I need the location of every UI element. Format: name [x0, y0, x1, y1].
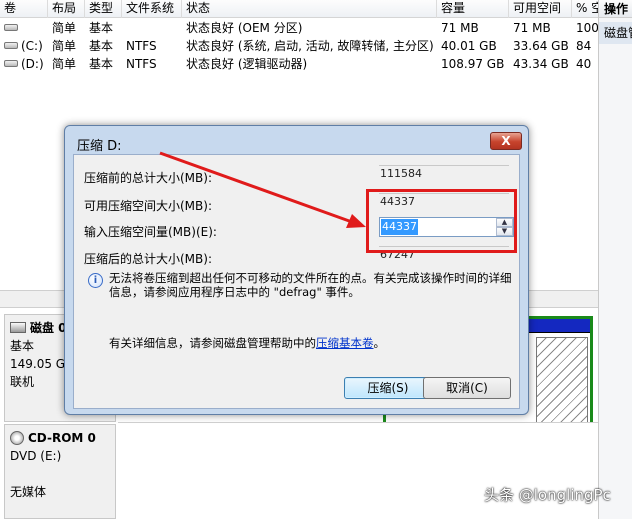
disk-title: 磁盘 0 — [30, 321, 67, 335]
table-row[interactable]: (D:) 简单 基本 NTFS 状态良好 (逻辑驱动器) 108.97 GB 4… — [0, 55, 598, 73]
status-cell: 状态良好 (系统, 启动, 活动, 故障转储, 主分区) — [186, 39, 434, 53]
drive-icon — [4, 24, 18, 31]
help-prefix: 有关详细信息，请参阅磁盘管理帮助中的 — [109, 336, 316, 350]
drive-icon — [4, 60, 18, 67]
help-line: 有关详细信息，请参阅磁盘管理帮助中的压缩基本卷。 — [109, 335, 385, 351]
layout-cell: 简单 — [52, 21, 77, 35]
status-cell: 状态良好 (逻辑驱动器) — [186, 57, 308, 71]
annotation-highlight-box — [366, 189, 517, 253]
info-icon: i — [88, 273, 103, 288]
column-header-capacity[interactable]: 容量 — [437, 0, 509, 18]
column-header-free[interactable]: 可用空间 — [509, 0, 572, 18]
disk-title: CD-ROM 0 — [28, 431, 96, 445]
action-panel: 操作 磁盘管理 — [598, 0, 632, 519]
dialog-title: 压缩 D: — [77, 139, 122, 154]
total-before-label: 压缩前的总计大小(MB): — [84, 171, 212, 185]
info-text: 无法将卷压缩到超出任何不可移动的文件所在的点。有关完成该操作时间的详细信息，请参… — [109, 271, 512, 299]
close-button[interactable]: X — [490, 132, 522, 150]
filesystem-cell: NTFS — [126, 57, 157, 71]
drive-icon — [4, 42, 18, 49]
shrink-button[interactable]: 压缩(S) — [344, 377, 432, 399]
free-cell: 71 MB — [513, 21, 551, 35]
column-header-layout[interactable]: 布局 — [48, 0, 85, 18]
free-cell: 33.64 GB — [513, 39, 569, 53]
column-header-volume[interactable]: 卷 — [0, 0, 48, 18]
cdrom-0-label[interactable]: CD-ROM 0 DVD (E:) 无媒体 — [4, 424, 116, 519]
total-after-label: 压缩后的总计大小(MB): — [84, 252, 212, 266]
percent-cell: 100 — [576, 21, 598, 35]
shrink-dialog: 压缩 D: X 压缩前的总计大小(MB): 111584 可用压缩空间大小(MB… — [64, 125, 529, 415]
free-cell: 43.34 GB — [513, 57, 569, 71]
column-header-status[interactable]: 状态 — [182, 0, 437, 18]
capacity-cell: 71 MB — [441, 21, 479, 35]
total-before-value: 111584 — [379, 165, 509, 183]
volume-cell: (D:) — [0, 55, 48, 73]
filesystem-cell: NTFS — [126, 39, 157, 53]
percent-cell: 84 — [576, 39, 592, 53]
disk-status: 无媒体 — [10, 485, 47, 499]
type-cell: 基本 — [89, 57, 114, 71]
column-header-percent[interactable]: % 空 — [572, 0, 598, 18]
table-row[interactable]: (C:) 简单 基本 NTFS 状态良好 (系统, 启动, 活动, 故障转储, … — [0, 37, 598, 55]
capacity-cell: 108.97 GB — [441, 57, 505, 71]
status-cell: 状态良好 (OEM 分区) — [186, 21, 303, 35]
hard-disk-icon — [10, 322, 26, 333]
percent-cell: 40 — [576, 57, 592, 71]
type-cell: 基本 — [89, 21, 114, 35]
capacity-cell: 40.01 GB — [441, 39, 497, 53]
column-header-filesystem[interactable]: 文件系统 — [122, 0, 182, 18]
watermark: 头条 @longlingPc — [484, 486, 611, 504]
action-panel-header: 操作 — [599, 0, 632, 18]
help-suffix: 。 — [373, 336, 386, 350]
volume-cell — [0, 19, 48, 37]
volume-cell: (C:) — [0, 37, 48, 55]
partition-hatch — [536, 337, 588, 429]
disk-size — [10, 465, 110, 483]
layout-cell: 简单 — [52, 57, 77, 71]
cd-rom-icon — [10, 430, 24, 445]
type-cell: 基本 — [89, 39, 114, 53]
action-item-disk-management[interactable]: 磁盘管理 — [599, 22, 632, 44]
column-header-type[interactable]: 类型 — [85, 0, 122, 18]
cancel-button[interactable]: 取消(C) — [423, 377, 511, 399]
shrink-amount-label: 输入压缩空间量(MB)(E): — [84, 225, 217, 239]
table-row[interactable]: 简单 基本 状态良好 (OEM 分区) 71 MB 71 MB 100 — [0, 19, 598, 37]
available-label: 可用压缩空间大小(MB): — [84, 199, 212, 213]
disk-type: DVD (E:) — [10, 449, 62, 463]
help-link[interactable]: 压缩基本卷 — [316, 336, 374, 350]
volume-list-header: 卷 布局 类型 文件系统 状态 容量 可用空间 % 空 — [0, 0, 598, 18]
filesystem-cell — [122, 19, 182, 37]
layout-cell: 简单 — [52, 39, 77, 53]
